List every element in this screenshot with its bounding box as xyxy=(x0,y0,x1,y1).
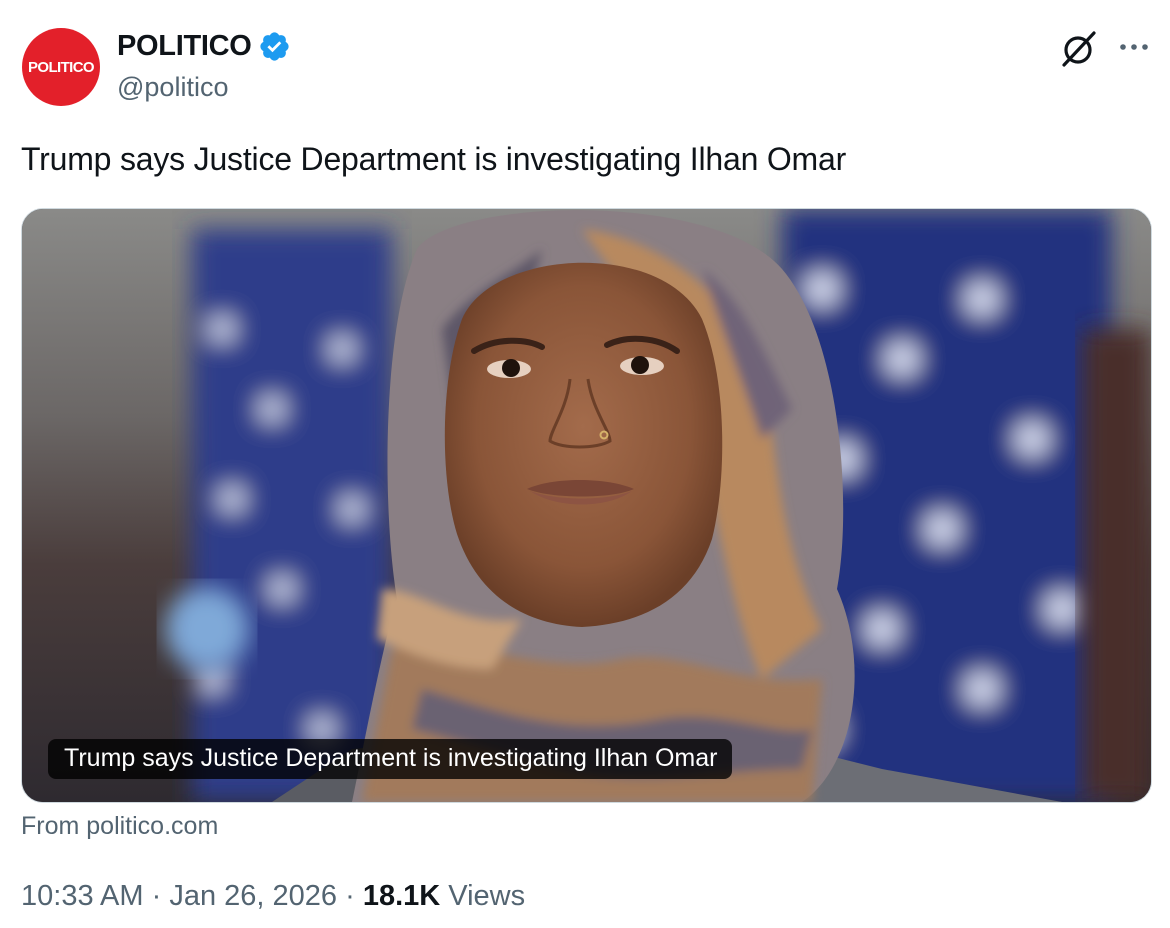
tweet-meta: 10:33 AM · Jan 26, 2026 · 18.1K Views xyxy=(21,880,525,913)
link-card[interactable]: Trump says Justice Department is investi… xyxy=(21,208,1152,803)
views-label[interactable]: Views xyxy=(448,880,525,912)
grok-icon xyxy=(1062,31,1096,67)
author-handle[interactable]: @politico xyxy=(117,72,228,103)
tweet-text: Trump says Justice Department is investi… xyxy=(21,141,847,177)
link-card-photo xyxy=(22,209,1151,802)
tweet-date[interactable]: Jan 26, 2026 xyxy=(169,880,337,912)
author-name-row: POLITICO xyxy=(117,30,291,63)
grok-button[interactable] xyxy=(1058,28,1100,70)
meta-separator: · xyxy=(345,880,355,912)
display-name[interactable]: POLITICO xyxy=(117,30,252,63)
tweet-time[interactable]: 10:33 AM xyxy=(21,880,144,912)
avatar[interactable]: POLITICO xyxy=(22,28,100,106)
link-card-caption: Trump says Justice Department is investi… xyxy=(48,739,732,779)
link-card-source[interactable]: From politico.com xyxy=(21,812,218,841)
more-dots-icon xyxy=(1120,44,1148,50)
verified-badge-icon xyxy=(259,32,289,61)
more-button[interactable] xyxy=(1114,30,1154,66)
views-count[interactable]: 18.1K xyxy=(363,880,440,912)
avatar-logo-text: POLITICO xyxy=(27,58,95,76)
meta-separator: · xyxy=(151,880,162,912)
